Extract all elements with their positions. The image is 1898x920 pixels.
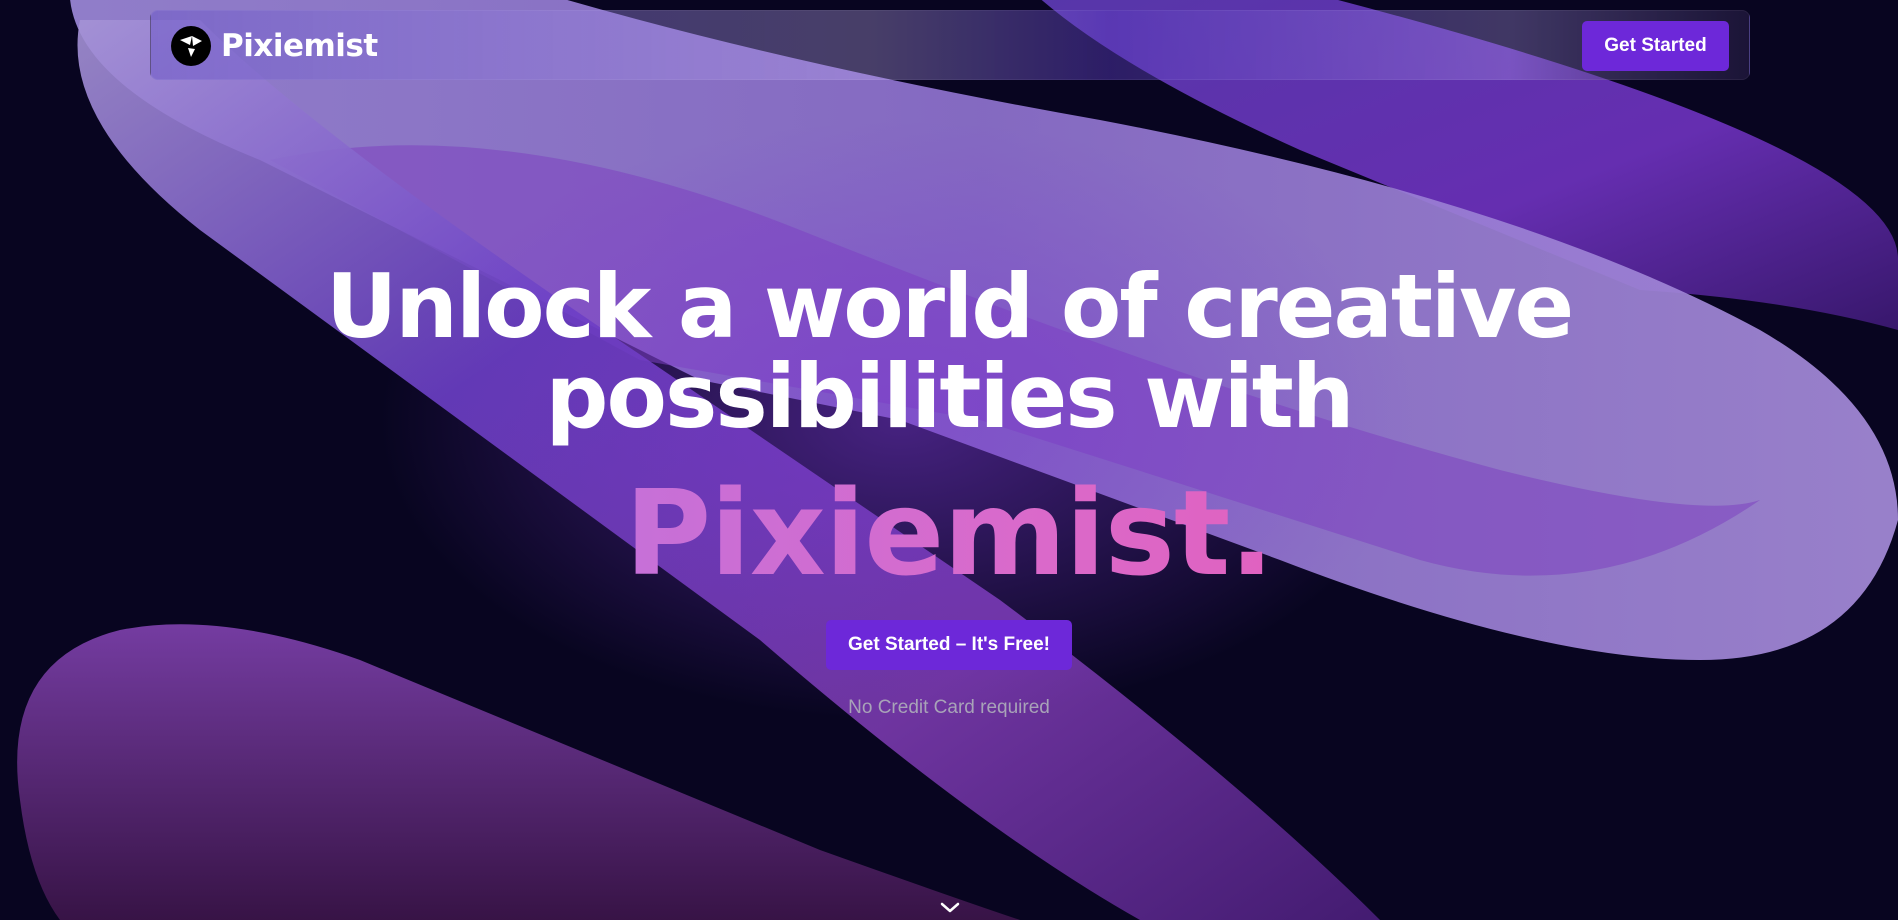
page: Pixiemist Get Started Unlock a world of … bbox=[0, 0, 1898, 920]
get-started-free-button[interactable]: Get Started – It's Free! bbox=[826, 620, 1072, 670]
no-credit-card-note: No Credit Card required bbox=[848, 697, 1050, 718]
hero-section: Unlock a world of creative possibilities… bbox=[0, 0, 1898, 920]
brand-highlight-text: Pixiemist. bbox=[624, 464, 1274, 602]
brand-highlight: Pixiemist. bbox=[0, 468, 1898, 598]
headline-line-1: Unlock a world of creative bbox=[325, 255, 1574, 358]
chevron-down-icon[interactable] bbox=[939, 900, 961, 916]
headline-line-2: possibilities with bbox=[545, 345, 1355, 448]
hero-headline: Unlock a world of creative possibilities… bbox=[0, 262, 1898, 442]
